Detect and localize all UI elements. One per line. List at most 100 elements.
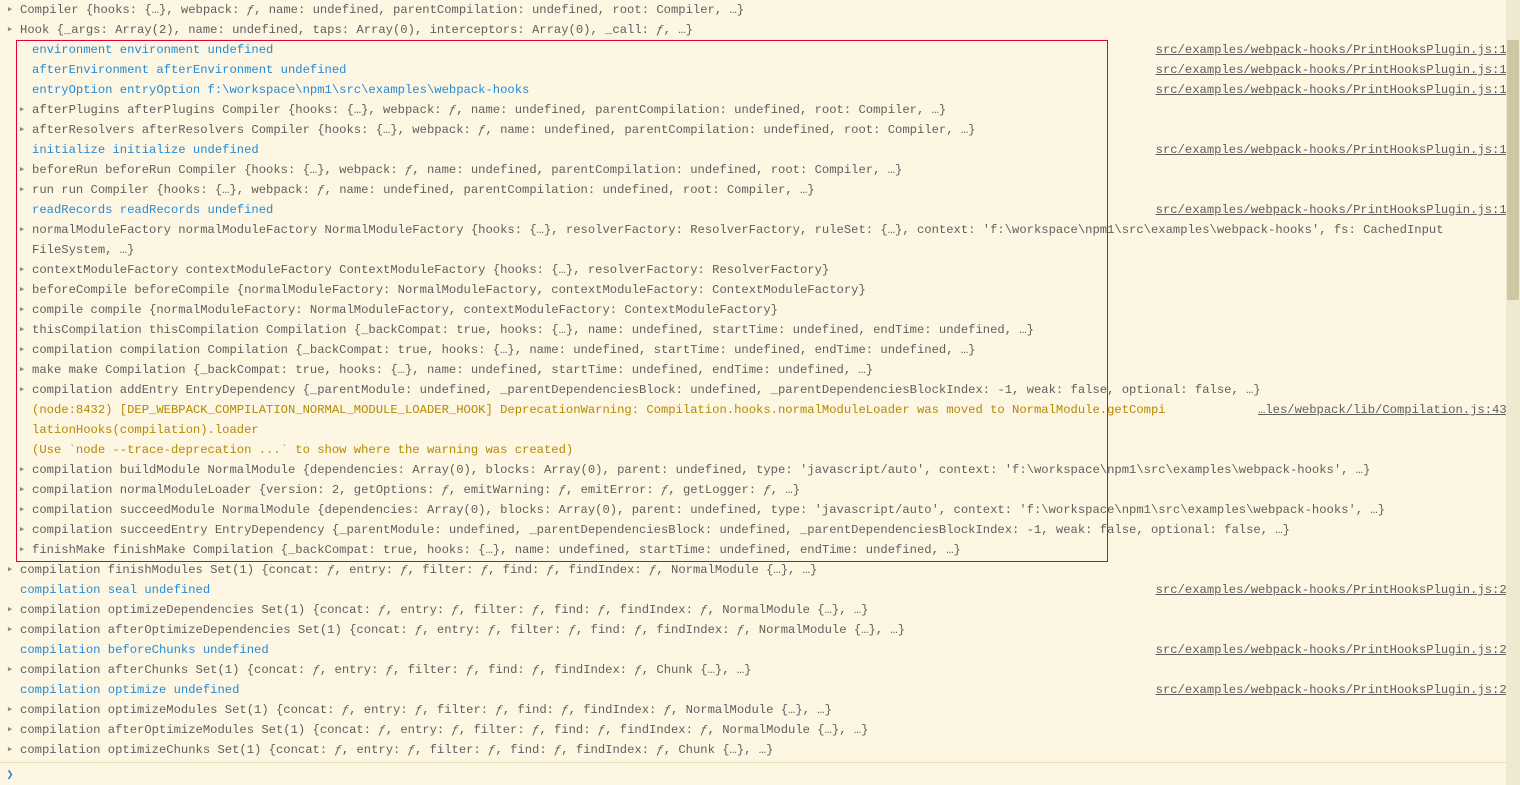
log-message: compilation afterOptimizeModules Set(1) … xyxy=(20,720,1520,740)
log-message: Hook {_args: Array(2), name: undefined, … xyxy=(20,20,1520,40)
console-row: ▸compilation afterOptimizeDependencies S… xyxy=(0,620,1520,640)
expand-arrow-icon[interactable]: ▸ xyxy=(0,740,20,760)
expand-arrow-icon[interactable]: ▸ xyxy=(0,620,20,640)
expand-arrow-icon[interactable]: ▸ xyxy=(12,320,32,340)
log-message: thisCompilation thisCompilation Compilat… xyxy=(32,320,1520,340)
source-link[interactable]: src/examples/webpack-hooks/PrintHooksPlu… xyxy=(1156,580,1520,600)
source-link[interactable]: src/examples/webpack-hooks/PrintHooksPlu… xyxy=(1156,40,1520,60)
log-message: compilation succeedEntry EntryDependency… xyxy=(32,520,1520,540)
console-row: ▸Hook {_args: Array(2), name: undefined,… xyxy=(0,20,1520,40)
log-message: run run Compiler {hooks: {…}, webpack: ƒ… xyxy=(32,180,1520,200)
console-row: ▸afterResolvers afterResolvers Compiler … xyxy=(0,120,1520,140)
log-message: compilation buildModule NormalModule {de… xyxy=(32,460,1520,480)
expand-arrow-icon[interactable]: ▸ xyxy=(0,20,20,40)
devtools-console: ▸Compiler {hooks: {…}, webpack: ƒ, name:… xyxy=(0,0,1520,785)
log-message: compilation normalModuleLoader {version:… xyxy=(32,480,1520,500)
console-row: ▸contextModuleFactory contextModuleFacto… xyxy=(0,260,1520,280)
log-message: compilation succeedModule NormalModule {… xyxy=(32,500,1520,520)
console-row: ▸finishMake finishMake Compilation {_bac… xyxy=(0,540,1520,560)
console-row: ▸compilation optimizeChunks Set(1) {conc… xyxy=(0,740,1520,760)
source-link[interactable]: src/examples/webpack-hooks/PrintHooksPlu… xyxy=(1156,80,1520,100)
console-row: ▸compilation buildModule NormalModule {d… xyxy=(0,460,1520,480)
expand-arrow-icon[interactable]: ▸ xyxy=(0,700,20,720)
expand-arrow-icon[interactable]: ▸ xyxy=(12,280,32,300)
source-link[interactable]: src/examples/webpack-hooks/PrintHooksPlu… xyxy=(1156,640,1520,660)
console-prompt[interactable]: ❯ xyxy=(0,762,1506,785)
scrollbar-thumb[interactable] xyxy=(1507,40,1519,300)
console-row: ▸thisCompilation thisCompilation Compila… xyxy=(0,320,1520,340)
log-message: compilation afterChunks Set(1) {concat: … xyxy=(20,660,1520,680)
expand-arrow-icon[interactable]: ▸ xyxy=(12,500,32,520)
log-message: compilation afterOptimizeDependencies Se… xyxy=(20,620,1520,640)
log-message: compilation addEntry EntryDependency {_p… xyxy=(32,380,1520,400)
console-row: ▸compilation afterOptimizeModules Set(1)… xyxy=(0,720,1520,740)
source-link[interactable]: …les/webpack/lib/Compilation.js:436 xyxy=(1258,400,1520,420)
expand-arrow-icon[interactable]: ▸ xyxy=(0,560,20,580)
console-row: ▸compilation finishModules Set(1) {conca… xyxy=(0,560,1520,580)
console-row: ▸compilation succeedModule NormalModule … xyxy=(0,500,1520,520)
expand-arrow-icon[interactable]: ▸ xyxy=(0,0,20,20)
console-row: ▸compilation optimizeDependencies Set(1)… xyxy=(0,600,1520,620)
log-message: compile compile {normalModuleFactory: No… xyxy=(32,300,1520,320)
expand-arrow-icon[interactable]: ▸ xyxy=(12,520,32,540)
console-row: ▸compilation compilation Compilation {_b… xyxy=(0,340,1520,360)
expand-arrow-icon[interactable]: ▸ xyxy=(0,720,20,740)
expand-arrow-icon[interactable]: ▸ xyxy=(12,300,32,320)
console-row: (node:8432) [DEP_WEBPACK_COMPILATION_NOR… xyxy=(0,400,1520,420)
console-row: readRecords readRecords undefinedsrc/exa… xyxy=(0,200,1520,220)
log-message: afterPlugins afterPlugins Compiler {hook… xyxy=(32,100,1520,120)
expand-arrow-icon[interactable]: ▸ xyxy=(12,340,32,360)
expand-arrow-icon[interactable]: ▸ xyxy=(12,360,32,380)
expand-arrow-icon[interactable]: ▸ xyxy=(12,100,32,120)
console-row: lationHooks(compilation).loader xyxy=(0,420,1520,440)
source-link[interactable]: src/examples/webpack-hooks/PrintHooksPlu… xyxy=(1156,200,1520,220)
log-message: afterEnvironment afterEnvironment undefi… xyxy=(32,60,1156,80)
expand-arrow-icon[interactable]: ▸ xyxy=(12,480,32,500)
expand-arrow-icon[interactable]: ▸ xyxy=(12,180,32,200)
log-message: compilation beforeChunks undefined xyxy=(20,640,1156,660)
console-row: ▸compilation succeedEntry EntryDependenc… xyxy=(0,520,1520,540)
log-message: beforeCompile beforeCompile {normalModul… xyxy=(32,280,1520,300)
expand-arrow-icon[interactable]: ▸ xyxy=(12,160,32,180)
source-link[interactable]: src/examples/webpack-hooks/PrintHooksPlu… xyxy=(1156,680,1520,700)
console-row: ▸normalModuleFactory normalModuleFactory… xyxy=(0,220,1520,240)
expand-arrow-icon[interactable]: ▸ xyxy=(0,600,20,620)
log-message: contextModuleFactory contextModuleFactor… xyxy=(32,260,1520,280)
log-message: compilation compilation Compilation {_ba… xyxy=(32,340,1520,360)
console-row: initialize initialize undefinedsrc/examp… xyxy=(0,140,1520,160)
console-row: ▸compilation afterChunks Set(1) {concat:… xyxy=(0,660,1520,680)
log-message: afterResolvers afterResolvers Compiler {… xyxy=(32,120,1520,140)
vertical-scrollbar[interactable] xyxy=(1506,0,1520,785)
log-message: (node:8432) [DEP_WEBPACK_COMPILATION_NOR… xyxy=(32,400,1258,420)
log-message: compilation optimize undefined xyxy=(20,680,1156,700)
log-message: make make Compilation {_backCompat: true… xyxy=(32,360,1520,380)
expand-arrow-icon[interactable]: ▸ xyxy=(12,220,32,240)
expand-arrow-icon[interactable]: ▸ xyxy=(12,540,32,560)
log-message: initialize initialize undefined xyxy=(32,140,1156,160)
source-link[interactable]: src/examples/webpack-hooks/PrintHooksPlu… xyxy=(1156,60,1520,80)
expand-arrow-icon[interactable]: ▸ xyxy=(12,120,32,140)
log-message: (Use `node --trace-deprecation ...` to s… xyxy=(32,440,1520,460)
log-message: lationHooks(compilation).loader xyxy=(32,420,1520,440)
console-row: compilation beforeChunks undefinedsrc/ex… xyxy=(0,640,1520,660)
console-row: compilation optimize undefinedsrc/exampl… xyxy=(0,680,1520,700)
expand-arrow-icon[interactable]: ▸ xyxy=(12,460,32,480)
log-message: entryOption entryOption f:\workspace\npm… xyxy=(32,80,1156,100)
log-message: compilation seal undefined xyxy=(20,580,1156,600)
console-row: entryOption entryOption f:\workspace\npm… xyxy=(0,80,1520,100)
source-link[interactable]: src/examples/webpack-hooks/PrintHooksPlu… xyxy=(1156,140,1520,160)
log-message: compilation optimizeModules Set(1) {conc… xyxy=(20,700,1520,720)
log-message: environment environment undefined xyxy=(32,40,1156,60)
log-message: Compiler {hooks: {…}, webpack: ƒ, name: … xyxy=(20,0,1520,20)
log-message: compilation optimizeChunks Set(1) {conca… xyxy=(20,740,1520,760)
expand-arrow-icon[interactable]: ▸ xyxy=(12,260,32,280)
console-row: ▸Compiler {hooks: {…}, webpack: ƒ, name:… xyxy=(0,0,1520,20)
expand-arrow-icon[interactable]: ▸ xyxy=(0,660,20,680)
console-row: ▸make make Compilation {_backCompat: tru… xyxy=(0,360,1520,380)
console-row: compilation seal undefinedsrc/examples/w… xyxy=(0,580,1520,600)
console-row: ▸afterPlugins afterPlugins Compiler {hoo… xyxy=(0,100,1520,120)
console-row: (Use `node --trace-deprecation ...` to s… xyxy=(0,440,1520,460)
console-row: environment environment undefinedsrc/exa… xyxy=(0,40,1520,60)
console-row: ▸run run Compiler {hooks: {…}, webpack: … xyxy=(0,180,1520,200)
expand-arrow-icon[interactable]: ▸ xyxy=(12,380,32,400)
